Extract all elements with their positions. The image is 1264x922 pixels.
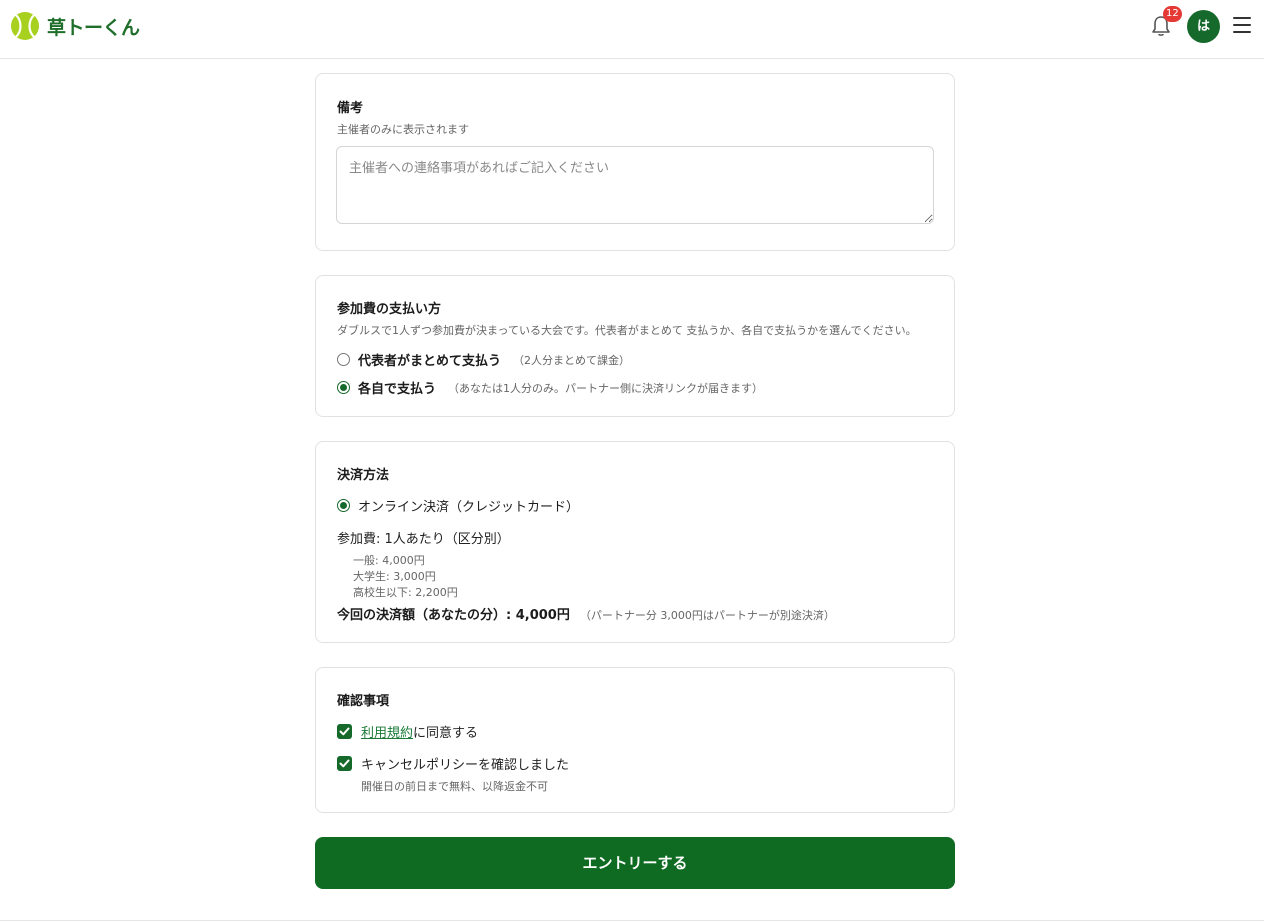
fee-heading: 参加費: 1人あたり（区分別） [337, 532, 510, 547]
radio-button[interactable] [337, 499, 350, 512]
terms-suffix: に同意する [413, 726, 479, 741]
radio-label: 代表者がまとめて支払う [358, 354, 502, 369]
radio-representative-pays[interactable]: 代表者がまとめて支払う （2人分まとめて課金） [337, 350, 630, 369]
terms-checkbox[interactable] [337, 724, 352, 739]
terms-link[interactable]: 利用規約 [361, 726, 413, 741]
check-icon [339, 759, 350, 768]
footer-divider [0, 920, 1264, 921]
radio-online-payment[interactable]: オンライン決済（クレジットカード） [337, 496, 579, 515]
notes-textarea[interactable] [336, 146, 934, 224]
cancel-policy-note: 開催日の前日まで無料、以降返金不可 [361, 780, 548, 793]
radio-each-pays[interactable]: 各自で支払う （あなたは1人分のみ。パートナー側に決済リンクが届きます） [337, 378, 763, 397]
payment-split-description: ダブルスで1人ずつ参加費が決まっている大会です。代表者がまとめて 支払うか、各自… [337, 324, 917, 337]
logo-text: 草トーくん [47, 16, 140, 39]
total-label: 今回の決済額（あなたの分）: 4,000円 [337, 608, 570, 623]
payment-total: 今回の決済額（あなたの分）: 4,000円 （パートナー分 3,000円はパート… [337, 604, 835, 623]
notes-card: 備考 主催者のみに表示されます [315, 73, 955, 251]
radio-note: （あなたは1人分のみ。パートナー側に決済リンクが届きます） [448, 381, 764, 395]
terms-checkbox-row[interactable]: 利用規約に同意する [337, 722, 478, 741]
fee-general: 一般: 4,000円 [353, 554, 425, 567]
radio-label: オンライン決済（クレジットカード） [358, 500, 580, 515]
payment-method-title: 決済方法 [337, 468, 390, 483]
total-note: （パートナー分 3,000円はパートナーが別途決済） [579, 609, 835, 622]
hamburger-menu-icon[interactable] [1233, 17, 1253, 35]
logo[interactable]: 草トーくん [10, 11, 140, 41]
cancel-policy-label: キャンセルポリシーを確認しました [361, 758, 570, 773]
cancel-policy-checkbox-row[interactable]: キャンセルポリシーを確認しました [337, 754, 569, 773]
avatar[interactable]: は [1187, 10, 1220, 43]
radio-label: 各自で支払う [358, 382, 437, 397]
fee-highschool: 高校生以下: 2,200円 [353, 586, 458, 599]
notes-title: 備考 [337, 101, 364, 116]
cancel-policy-checkbox[interactable] [337, 756, 352, 771]
radio-note: （2人分まとめて課金） [513, 353, 631, 367]
radio-button[interactable] [337, 381, 350, 394]
payment-method-card: 決済方法 オンライン決済（クレジットカード） 参加費: 1人あたり（区分別） 一… [315, 441, 955, 643]
fee-university: 大学生: 3,000円 [353, 570, 436, 583]
radio-button[interactable] [337, 353, 350, 366]
top-header: 草トーくん 12 は [0, 0, 1264, 59]
confirm-title: 確認事項 [337, 694, 390, 709]
tennis-ball-icon [11, 12, 39, 40]
payment-split-card: 参加費の支払い方 ダブルスで1人ずつ参加費が決まっている大会です。代表者がまとめ… [315, 275, 955, 417]
entry-submit-button[interactable]: エントリーする [315, 837, 955, 889]
terms-label: 利用規約に同意する [361, 722, 478, 741]
check-icon [339, 727, 350, 736]
notes-subtitle: 主催者のみに表示されます [337, 123, 469, 136]
notification-badge: 12 [1163, 6, 1182, 22]
confirm-card: 確認事項 利用規約に同意する キャンセルポリシーを確認しました 開催日の前日まで… [315, 667, 955, 813]
payment-split-title: 参加費の支払い方 [337, 302, 442, 317]
